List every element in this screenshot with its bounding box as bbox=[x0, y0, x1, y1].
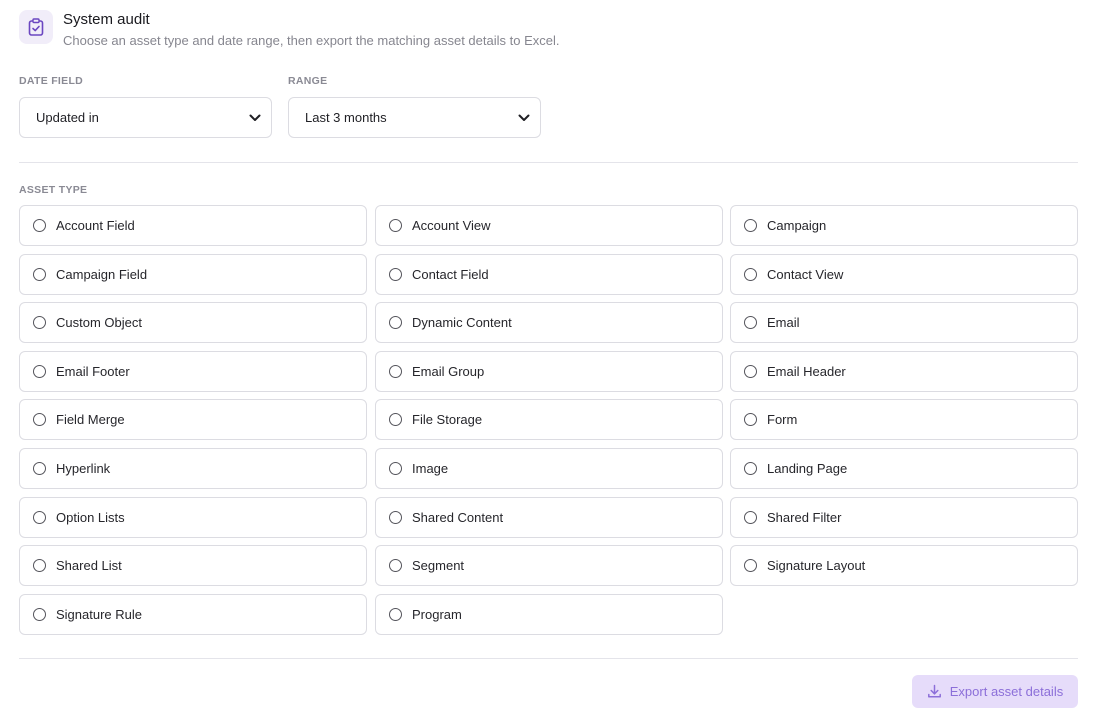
radio-button[interactable] bbox=[33, 511, 46, 524]
asset-type-option-label: Contact View bbox=[767, 267, 844, 282]
export-button-label: Export asset details bbox=[949, 684, 1064, 699]
asset-type-option[interactable]: Segment bbox=[375, 545, 723, 586]
radio-button[interactable] bbox=[33, 559, 46, 572]
radio-button[interactable] bbox=[744, 511, 757, 524]
range-select[interactable]: Last 3 months bbox=[288, 97, 541, 138]
radio-button[interactable] bbox=[33, 316, 46, 329]
asset-type-option-label: Account Field bbox=[56, 218, 135, 233]
asset-type-option[interactable]: Account View bbox=[375, 205, 723, 246]
asset-type-option-label: Program bbox=[412, 607, 462, 622]
asset-type-option-label: Account View bbox=[412, 218, 491, 233]
asset-type-option-label: Shared Content bbox=[412, 510, 504, 525]
radio-button[interactable] bbox=[389, 268, 402, 281]
asset-type-option-label: Campaign Field bbox=[56, 267, 148, 282]
section-divider bbox=[19, 162, 1078, 163]
asset-type-option-label: Option Lists bbox=[56, 510, 125, 525]
asset-type-option-label: Field Merge bbox=[56, 412, 125, 427]
date-field-select[interactable]: Updated in bbox=[19, 97, 272, 138]
radio-button[interactable] bbox=[33, 462, 46, 475]
export-asset-details-button[interactable]: Export asset details bbox=[912, 675, 1078, 708]
radio-button[interactable] bbox=[744, 219, 757, 232]
asset-type-option[interactable]: Image bbox=[375, 448, 723, 489]
asset-type-option[interactable]: Shared Content bbox=[375, 497, 723, 538]
radio-button[interactable] bbox=[744, 365, 757, 378]
clipboard-check-icon bbox=[19, 10, 53, 44]
asset-type-option[interactable]: Contact Field bbox=[375, 254, 723, 295]
radio-button[interactable] bbox=[33, 268, 46, 281]
radio-button[interactable] bbox=[389, 559, 402, 572]
range-label: RANGE bbox=[288, 75, 328, 87]
asset-type-option-label: Email bbox=[767, 315, 800, 330]
asset-type-option[interactable]: File Storage bbox=[375, 399, 723, 440]
asset-type-option[interactable]: Dynamic Content bbox=[375, 302, 723, 343]
radio-button[interactable] bbox=[389, 608, 402, 621]
radio-button[interactable] bbox=[389, 316, 402, 329]
radio-button[interactable] bbox=[744, 316, 757, 329]
radio-button[interactable] bbox=[389, 511, 402, 524]
asset-type-option[interactable]: Signature Layout bbox=[730, 545, 1078, 586]
asset-type-option[interactable]: Option Lists bbox=[19, 497, 367, 538]
footer-divider bbox=[19, 658, 1078, 659]
radio-button[interactable] bbox=[389, 413, 402, 426]
asset-type-option-label: File Storage bbox=[412, 412, 483, 427]
asset-type-option-label: Contact Field bbox=[412, 267, 489, 282]
asset-type-option[interactable]: Account Field bbox=[19, 205, 367, 246]
radio-button[interactable] bbox=[744, 559, 757, 572]
page-subtitle: Choose an asset type and date range, the… bbox=[63, 33, 560, 48]
asset-type-option[interactable]: Email bbox=[730, 302, 1078, 343]
asset-type-option-label: Shared Filter bbox=[767, 510, 842, 525]
download-icon bbox=[927, 684, 942, 699]
asset-type-option[interactable]: Form bbox=[730, 399, 1078, 440]
asset-type-option[interactable]: Hyperlink bbox=[19, 448, 367, 489]
asset-type-option[interactable]: Landing Page bbox=[730, 448, 1078, 489]
radio-button[interactable] bbox=[744, 413, 757, 426]
page-title: System audit bbox=[63, 11, 150, 28]
asset-type-option-label: Email Group bbox=[412, 364, 485, 379]
asset-type-option-label: Campaign bbox=[767, 218, 827, 233]
date-field-label: DATE FIELD bbox=[19, 75, 84, 87]
radio-button[interactable] bbox=[33, 608, 46, 621]
asset-type-option-label: Custom Object bbox=[56, 315, 142, 330]
asset-type-option[interactable]: Shared List bbox=[19, 545, 367, 586]
asset-type-option[interactable]: Program bbox=[375, 594, 723, 635]
asset-type-option[interactable]: Signature Rule bbox=[19, 594, 367, 635]
asset-type-label: ASSET TYPE bbox=[19, 184, 88, 196]
asset-type-option-label: Email Footer bbox=[56, 364, 130, 379]
radio-button[interactable] bbox=[389, 462, 402, 475]
asset-type-option-label: Hyperlink bbox=[56, 461, 111, 476]
radio-button[interactable] bbox=[744, 462, 757, 475]
asset-type-option[interactable]: Campaign bbox=[730, 205, 1078, 246]
asset-type-option[interactable]: Campaign Field bbox=[19, 254, 367, 295]
chevron-down-icon bbox=[518, 112, 530, 124]
asset-type-option[interactable]: Email Group bbox=[375, 351, 723, 392]
asset-type-option-label: Signature Layout bbox=[767, 558, 866, 573]
asset-type-option[interactable]: Email Footer bbox=[19, 351, 367, 392]
range-value: Last 3 months bbox=[305, 110, 387, 125]
radio-button[interactable] bbox=[389, 219, 402, 232]
radio-button[interactable] bbox=[33, 219, 46, 232]
asset-type-option-label: Image bbox=[412, 461, 449, 476]
page-header: System audit Choose an asset type and da… bbox=[19, 10, 559, 49]
asset-type-option-label: Dynamic Content bbox=[412, 315, 512, 330]
radio-button[interactable] bbox=[389, 365, 402, 378]
asset-type-option-label: Segment bbox=[412, 558, 465, 573]
asset-type-option-label: Form bbox=[767, 412, 798, 427]
date-field-value: Updated in bbox=[36, 110, 99, 125]
asset-type-option-label: Shared List bbox=[56, 558, 122, 573]
chevron-down-icon bbox=[249, 112, 261, 124]
radio-button[interactable] bbox=[744, 268, 757, 281]
radio-button[interactable] bbox=[33, 365, 46, 378]
asset-type-option-label: Signature Rule bbox=[56, 607, 142, 622]
asset-type-option[interactable]: Custom Object bbox=[19, 302, 367, 343]
asset-type-option[interactable]: Shared Filter bbox=[730, 497, 1078, 538]
asset-type-option[interactable]: Field Merge bbox=[19, 399, 367, 440]
asset-type-option-label: Email Header bbox=[767, 364, 846, 379]
asset-type-option[interactable]: Contact View bbox=[730, 254, 1078, 295]
asset-type-option-label: Landing Page bbox=[767, 461, 848, 476]
radio-button[interactable] bbox=[33, 413, 46, 426]
asset-type-option[interactable]: Email Header bbox=[730, 351, 1078, 392]
